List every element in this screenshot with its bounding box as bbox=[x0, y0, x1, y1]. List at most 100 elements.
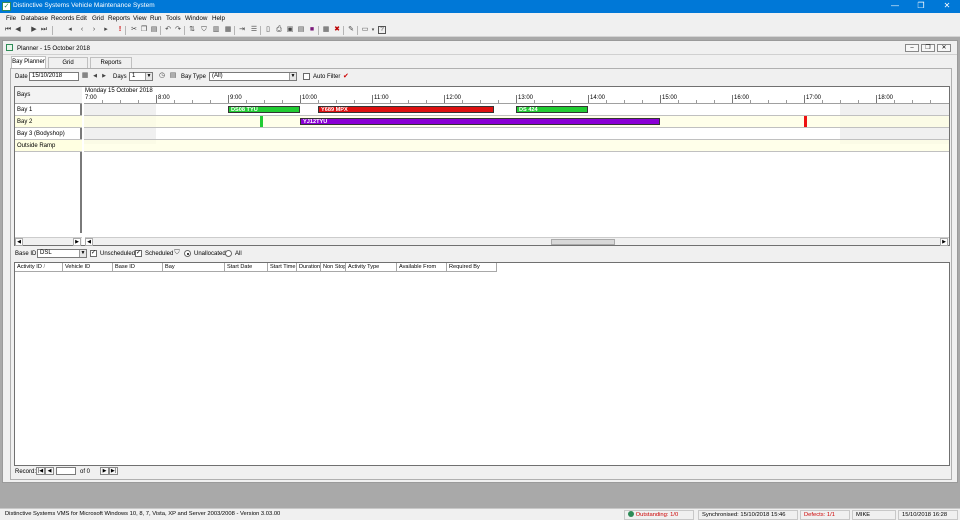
col-start-time[interactable]: Start Time bbox=[268, 263, 297, 272]
all-radio[interactable] bbox=[225, 250, 232, 257]
booking-bar[interactable]: YJ12TYU bbox=[300, 118, 660, 125]
bays-scrollbar[interactable]: ◀ ▶ bbox=[15, 237, 82, 246]
help-icon[interactable]: ? bbox=[378, 26, 386, 34]
minimize-button[interactable]: — bbox=[882, 0, 908, 13]
filter-icon[interactable]: ⛉ bbox=[200, 26, 208, 34]
scroll-thumb[interactable] bbox=[551, 239, 615, 245]
clock-icon[interactable]: ◷ bbox=[158, 72, 166, 80]
col-available-from[interactable]: Available From bbox=[397, 263, 447, 272]
record-number-field[interactable] bbox=[56, 467, 76, 475]
timeline-row[interactable] bbox=[84, 140, 949, 152]
prev-record-icon[interactable]: ◀ bbox=[14, 26, 22, 34]
bay-row-outside-ramp[interactable]: Outside Ramp bbox=[15, 140, 82, 152]
bay-type-select[interactable]: (All) ▼ bbox=[209, 72, 297, 81]
maximize-button[interactable]: ❐ bbox=[908, 0, 934, 13]
prev-record-button[interactable]: ◀ bbox=[45, 467, 54, 475]
insert-icon[interactable]: ⇥ bbox=[238, 26, 246, 34]
menu-edit[interactable]: Edit bbox=[76, 15, 87, 22]
book-icon[interactable]: ■ bbox=[308, 26, 316, 34]
col-duration[interactable]: Duration bbox=[297, 263, 321, 272]
auto-filter-checkbox[interactable] bbox=[303, 73, 310, 80]
menu-view[interactable]: View bbox=[133, 15, 147, 22]
last-record-icon[interactable]: ⏭ bbox=[40, 26, 48, 34]
scroll-right-icon[interactable]: ▶ bbox=[73, 238, 81, 246]
copy-icon[interactable]: ❐ bbox=[140, 26, 148, 34]
menu-reports[interactable]: Reports bbox=[108, 15, 130, 22]
scroll-left-icon[interactable]: ◀ bbox=[15, 238, 23, 246]
col-bay[interactable]: Bay bbox=[163, 263, 225, 272]
cut-icon[interactable]: ✂ bbox=[130, 26, 138, 34]
scroll-right-icon[interactable]: ▶ bbox=[940, 238, 948, 246]
alert-icon[interactable]: ! bbox=[116, 26, 124, 34]
grid-icon[interactable]: ▦ bbox=[224, 26, 232, 34]
booking-marker[interactable] bbox=[260, 116, 264, 127]
end-icon[interactable]: ▸ bbox=[102, 26, 110, 34]
back-icon[interactable]: ‹ bbox=[78, 26, 86, 34]
filter-icon[interactable]: ⛉ bbox=[173, 249, 181, 257]
menu-file[interactable]: File bbox=[6, 15, 16, 22]
sort-icon[interactable]: ⇅ bbox=[188, 26, 196, 34]
col-activity-type[interactable]: Activity Type bbox=[346, 263, 397, 272]
document-icon[interactable]: ▯ bbox=[264, 26, 272, 34]
menu-run[interactable]: Run bbox=[150, 15, 162, 22]
undo-icon[interactable]: ↶ bbox=[164, 26, 172, 34]
tab-bay-planner[interactable]: Bay Planner bbox=[11, 56, 46, 68]
tab-reports[interactable]: Reports bbox=[90, 57, 132, 68]
menu-tools[interactable]: Tools bbox=[166, 15, 181, 22]
child-minimize-button[interactable]: – bbox=[905, 44, 919, 52]
paste-icon[interactable]: ▤ bbox=[150, 26, 158, 34]
col-base-id[interactable]: Base ID bbox=[113, 263, 163, 272]
grid-view-icon[interactable]: ▤ bbox=[169, 72, 177, 80]
preview-icon[interactable]: ▣ bbox=[286, 26, 294, 34]
base-id-select[interactable]: DSL ▼ bbox=[37, 249, 87, 258]
timeline-scrollbar[interactable]: ◀ ▶ bbox=[85, 237, 949, 246]
days-select[interactable]: 1 ▼ bbox=[129, 72, 153, 81]
col-vehicle-id[interactable]: Vehicle ID bbox=[63, 263, 113, 272]
apply-check-icon[interactable]: ✔ bbox=[343, 72, 349, 80]
menu-help[interactable]: Help bbox=[212, 15, 225, 22]
booking-bar[interactable]: Y689 MPX bbox=[318, 106, 495, 113]
close-button[interactable]: ✕ bbox=[934, 0, 960, 13]
bay-row-bay-3[interactable]: Bay 3 (Bodyshop) bbox=[15, 128, 82, 140]
col-non-stop[interactable]: Non Stop bbox=[321, 263, 346, 272]
booking-marker[interactable] bbox=[804, 116, 807, 127]
menu-database[interactable]: Database bbox=[21, 15, 48, 22]
child-restore-button[interactable]: ❐ bbox=[921, 44, 935, 52]
check-icon[interactable]: ✖ bbox=[333, 26, 341, 34]
list-icon[interactable]: ☰ bbox=[250, 26, 258, 34]
forward-icon[interactable]: › bbox=[90, 26, 98, 34]
calendar-picker-icon[interactable]: ▦ bbox=[81, 72, 89, 80]
last-record-button[interactable]: ▶| bbox=[109, 467, 118, 475]
menu-records[interactable]: Records bbox=[51, 15, 74, 22]
scheduled-checkbox[interactable]: ✓ bbox=[135, 250, 142, 257]
next-day-icon[interactable]: ▶ bbox=[100, 72, 108, 80]
booking-bar[interactable]: DS 424 bbox=[516, 106, 588, 113]
scroll-left-icon[interactable]: ◀ bbox=[85, 238, 93, 246]
unallocated-radio[interactable] bbox=[184, 250, 191, 257]
child-close-button[interactable]: ✕ bbox=[937, 44, 951, 52]
bay-row-bay-1[interactable]: Bay 1 bbox=[15, 104, 82, 116]
first-record-button[interactable]: |◀ bbox=[36, 467, 45, 475]
prev-day-icon[interactable]: ◀ bbox=[91, 72, 99, 80]
col-required-by[interactable]: Required By bbox=[447, 263, 497, 272]
window-icon[interactable]: ▭ bbox=[361, 26, 369, 34]
bay-row-bay-2[interactable]: Bay 2 bbox=[15, 116, 82, 128]
window-dropdown-icon[interactable]: ▾ bbox=[369, 26, 377, 34]
redo-icon[interactable]: ↷ bbox=[174, 26, 182, 34]
print-icon[interactable]: ⎙ bbox=[275, 26, 283, 34]
columns-icon[interactable]: ▥ bbox=[212, 26, 220, 34]
date-field[interactable]: 15/10/2018 bbox=[29, 72, 79, 81]
prev-icon[interactable]: ◂ bbox=[66, 26, 74, 34]
report-icon[interactable]: ▤ bbox=[297, 26, 305, 34]
col-start-date[interactable]: Start Date bbox=[225, 263, 268, 272]
col-activity-id[interactable]: Activity ID / bbox=[15, 263, 63, 272]
first-record-icon[interactable]: ⏮ bbox=[4, 26, 12, 34]
tools-icon[interactable]: ✎ bbox=[347, 26, 355, 34]
unscheduled-checkbox[interactable]: ✓ bbox=[90, 250, 97, 257]
next-record-button[interactable]: ▶ bbox=[100, 467, 109, 475]
tab-grid[interactable]: Grid bbox=[48, 57, 88, 68]
timeline-row[interactable] bbox=[84, 128, 949, 140]
next-record-icon[interactable]: ▶ bbox=[30, 26, 38, 34]
booking-bar[interactable]: DS08 TYU bbox=[228, 106, 300, 113]
menu-grid[interactable]: Grid bbox=[92, 15, 104, 22]
